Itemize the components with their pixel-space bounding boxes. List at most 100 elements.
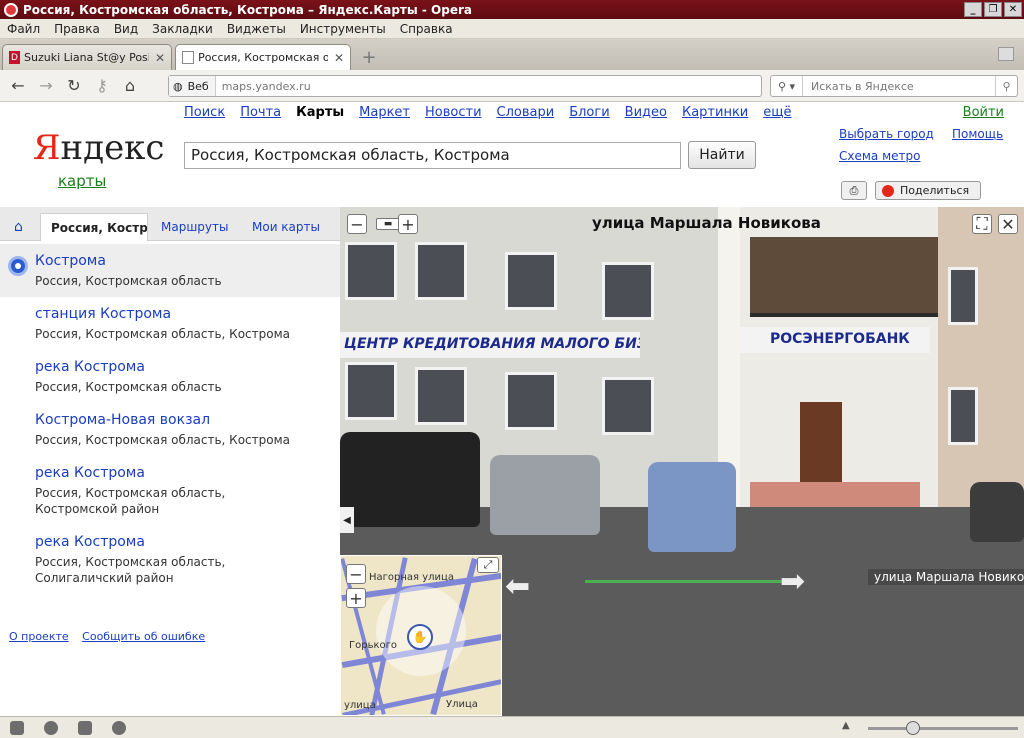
service-blogs[interactable]: Блоги: [569, 105, 609, 120]
zoom-in-button[interactable]: +: [398, 214, 418, 234]
maximize-button[interactable]: ❐: [984, 2, 1002, 17]
expand-minimap-icon[interactable]: ⤢: [477, 557, 499, 573]
report-error-link[interactable]: Сообщить об ошибке: [82, 630, 205, 643]
list-item[interactable]: река Кострома Россия, Костромская област…: [0, 456, 340, 525]
site-security-badge[interactable]: ◍ Веб: [169, 76, 216, 96]
metro-map-link[interactable]: Схема метро: [839, 149, 920, 163]
zoom-slider-knob[interactable]: [906, 721, 920, 735]
service-mail[interactable]: Почта: [240, 105, 281, 120]
service-market[interactable]: Маркет: [359, 105, 410, 120]
share-button[interactable]: Поделиться: [875, 181, 981, 200]
route-line: [585, 580, 785, 583]
service-news[interactable]: Новости: [425, 105, 482, 120]
result-address: Россия, Костромская область, Кострома: [35, 327, 290, 341]
map-search-input[interactable]: Россия, Костромская область, Кострома: [184, 142, 681, 169]
tab-yandex-maps[interactable]: Россия, Костромская о... ✕: [175, 44, 351, 70]
service-more[interactable]: ещё: [763, 105, 791, 120]
search-placeholder: Искать в Яндексе: [811, 79, 914, 93]
panels-icon[interactable]: [10, 721, 24, 735]
reload-button[interactable]: ↻: [60, 76, 88, 95]
list-item[interactable]: Кострома-Новая вокзал Россия, Костромска…: [0, 403, 340, 456]
print-button[interactable]: ⎙: [841, 181, 867, 200]
search-icon[interactable]: ⚲: [995, 76, 1017, 96]
trash-icon[interactable]: [998, 47, 1014, 61]
opera-logo-icon: [4, 2, 18, 17]
black-suv: [340, 432, 480, 527]
pegman-icon[interactable]: ✋: [407, 624, 433, 650]
result-name[interactable]: река Кострома: [35, 464, 310, 482]
panorama-street-label: улица Маршала Новикова: [868, 569, 1024, 585]
tab-suzuki[interactable]: D Suzuki Liana St@y Positive ✕: [2, 44, 172, 70]
tab-close-icon[interactable]: ✕: [334, 51, 344, 65]
result-name[interactable]: река Кострома: [35, 358, 340, 376]
minimap-zoom-in-button[interactable]: +: [346, 588, 366, 608]
list-item[interactable]: река Кострома Россия, Костромская област…: [0, 525, 340, 594]
login-link[interactable]: Войти: [963, 105, 1004, 120]
forward-button[interactable]: →: [32, 76, 60, 95]
minimap-zoom-out-button[interactable]: −: [346, 564, 366, 584]
result-name[interactable]: станция Кострома: [35, 305, 340, 323]
menu-tools[interactable]: Инструменты: [293, 22, 393, 36]
tab-search-results[interactable]: Россия, Кострома: [40, 213, 148, 241]
result-name[interactable]: Кострома-Новая вокзал: [35, 411, 340, 429]
share-icon: [882, 184, 894, 197]
tab-close-icon[interactable]: ✕: [155, 51, 165, 65]
list-item[interactable]: станция Кострома Россия, Костромская обл…: [0, 297, 340, 350]
menu-widgets[interactable]: Виджеты: [220, 22, 293, 36]
service-maps[interactable]: Карты: [296, 105, 344, 120]
move-forward-arrow-icon[interactable]: ➡: [780, 564, 805, 599]
window-title: Россия, Костромская область, Кострома – …: [23, 2, 472, 17]
choose-city-link[interactable]: Выбрать город: [839, 127, 934, 141]
new-tab-button[interactable]: +: [358, 46, 380, 68]
close-window-button[interactable]: ✕: [1004, 2, 1022, 17]
dark-car-right: [970, 482, 1024, 542]
service-video[interactable]: Видео: [625, 105, 667, 120]
zoom-slider-track[interactable]: [868, 727, 1018, 730]
yandex-logo[interactable]: Яндекс: [33, 128, 164, 168]
result-name[interactable]: река Кострома: [35, 533, 310, 551]
building-door: [800, 402, 842, 482]
result-name[interactable]: Кострома: [35, 252, 340, 270]
list-item[interactable]: Кострома Россия, Костромская область: [0, 244, 340, 297]
menu-edit[interactable]: Правка: [47, 22, 107, 36]
street-view-panorama[interactable]: ЦЕНТР КРЕДИТОВАНИЯ МАЛОГО БИЗНЕСА РОСЭНЕ…: [340, 207, 1024, 716]
home-icon[interactable]: ⌂: [14, 213, 23, 241]
blue-car: [648, 462, 736, 552]
menu-view[interactable]: Вид: [107, 22, 145, 36]
view-toggle-icon[interactable]: ▲: [842, 720, 850, 731]
turbo-icon[interactable]: [112, 721, 126, 735]
zoom-out-button[interactable]: −: [347, 214, 367, 234]
opera-link-icon[interactable]: [78, 721, 92, 735]
address-bar[interactable]: ◍ Веб maps.yandex.ru: [168, 75, 762, 97]
minimize-button[interactable]: _: [964, 2, 982, 17]
home-button[interactable]: ⌂: [116, 76, 144, 95]
opera-unite-icon[interactable]: [44, 721, 58, 735]
result-address: Россия, Костромская область, Кострома: [35, 433, 290, 447]
printer-icon: ⎙: [849, 183, 859, 197]
list-item[interactable]: река Кострома Россия, Костромская област…: [0, 350, 340, 403]
tab-my-maps[interactable]: Мои карты: [252, 213, 320, 241]
tab-routes[interactable]: Маршруты: [161, 213, 229, 241]
collapse-panel-arrow-icon[interactable]: ◀: [340, 507, 354, 533]
find-button[interactable]: Найти: [688, 141, 756, 169]
menu-file[interactable]: Файл: [0, 22, 47, 36]
zoom-slider[interactable]: ▬: [376, 218, 400, 230]
search-engine-selector[interactable]: ⚲ ▾: [771, 76, 803, 96]
panorama-street-title: улица Маршала Новикова: [592, 214, 821, 232]
minimap[interactable]: ✋ Нагорная улица Горького улица Улица − …: [340, 555, 502, 716]
about-link[interactable]: О проекте: [9, 630, 69, 643]
maps-subtitle-link[interactable]: карты: [58, 172, 106, 190]
menu-help[interactable]: Справка: [393, 22, 460, 36]
service-images[interactable]: Картинки: [682, 105, 748, 120]
move-back-arrow-icon[interactable]: ⬅: [505, 569, 530, 604]
menu-bookmarks[interactable]: Закладки: [145, 22, 220, 36]
service-dictionaries[interactable]: Словари: [497, 105, 555, 120]
wand-key-icon[interactable]: ⚷: [88, 76, 116, 95]
help-link[interactable]: Помощь: [952, 127, 1003, 141]
fullscreen-icon[interactable]: ⛶: [972, 214, 992, 234]
service-search[interactable]: Поиск: [184, 105, 225, 120]
browser-search-box[interactable]: ⚲ ▾ Искать в Яндексе ⚲: [770, 75, 1018, 97]
back-button[interactable]: ←: [4, 76, 32, 95]
close-panorama-button[interactable]: ✕: [998, 214, 1018, 234]
result-address: Россия, Костромская область: [35, 380, 222, 394]
